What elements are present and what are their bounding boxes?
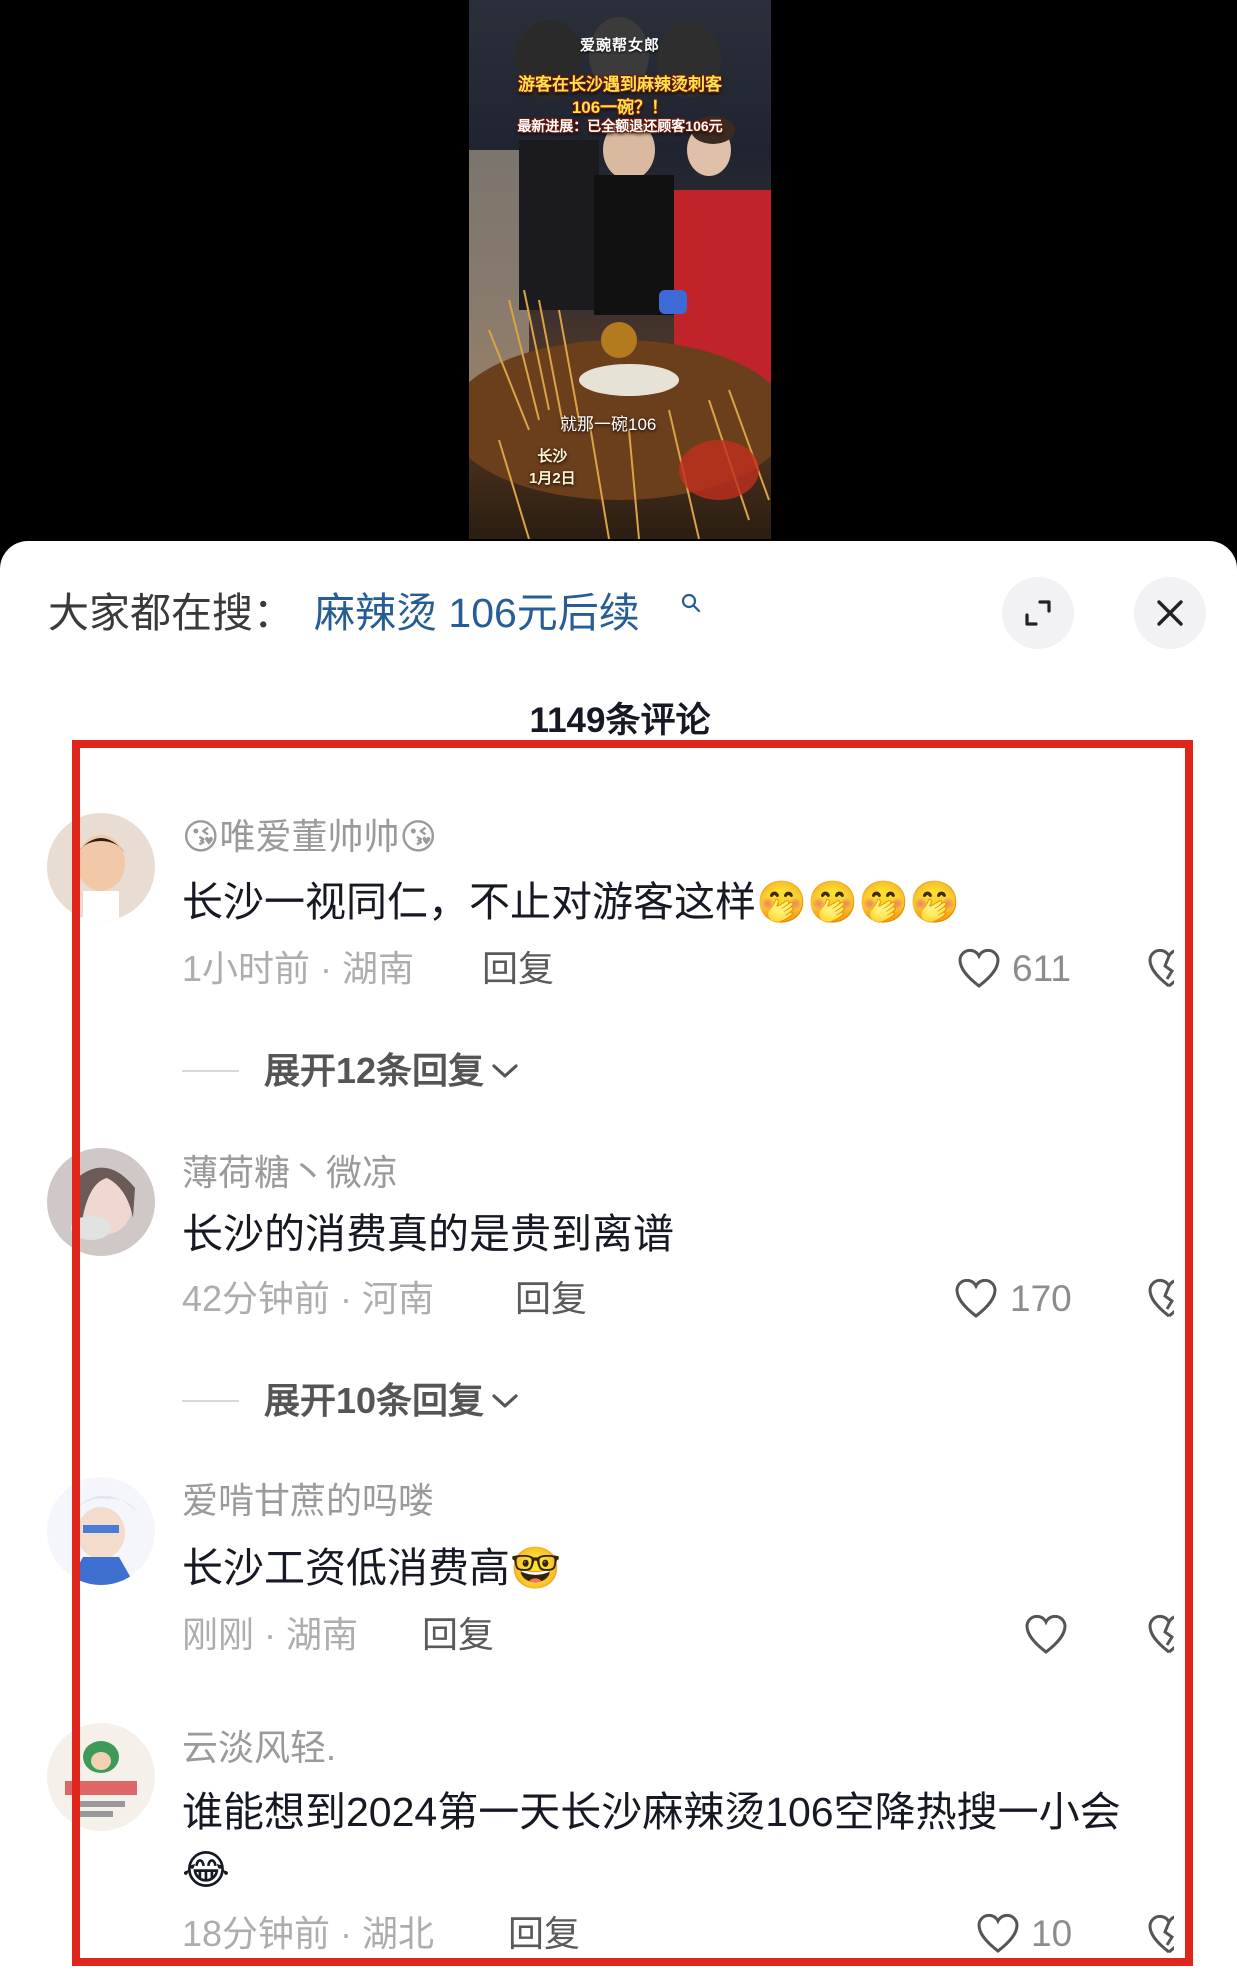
comment-username[interactable]: 薄荷糖丶微凉	[182, 1151, 398, 1195]
comment-text: 长沙一视同仁，不止对游客这样🤭🤭🤭🤭	[182, 879, 961, 925]
broken-heart-icon	[1148, 1278, 1174, 1318]
expand-button[interactable]	[1002, 577, 1074, 649]
video-caption: 就那一碗106	[560, 415, 657, 434]
expand-replies-label: 展开12条回复	[264, 1050, 485, 1091]
close-button[interactable]	[1134, 577, 1206, 649]
comment-meta: 18分钟前 · 湖北	[182, 1913, 435, 1954]
video-date: 1月2日	[529, 470, 576, 487]
comment-meta: 42分钟前 · 河南	[182, 1278, 435, 1319]
comment-username[interactable]: 云淡风轻.	[182, 1726, 336, 1770]
like-count: 10	[1031, 1913, 1073, 1954]
comment-count: 1149条评论	[529, 701, 711, 740]
expand-replies-button[interactable]: 展开12条回复	[264, 1049, 520, 1093]
avatar[interactable]	[47, 813, 155, 921]
search-suggestion-prefix: 大家都在搜：	[48, 590, 294, 636]
chevron-down-icon	[492, 1064, 518, 1078]
chevron-down-icon	[492, 1394, 518, 1408]
video-location-date: 长沙 1月2日	[529, 446, 576, 490]
avatar[interactable]	[47, 1723, 155, 1831]
avatar-image	[47, 813, 155, 921]
reply-button[interactable]: 回复	[482, 947, 554, 991]
comment-username[interactable]: 😘唯爱董帅帅😘	[182, 815, 437, 859]
close-icon	[1157, 600, 1183, 626]
reply-button[interactable]: 回复	[422, 1613, 494, 1657]
video-location: 长沙	[537, 448, 568, 465]
comment-meta: 1小时前 · 湖南	[182, 948, 415, 989]
dislike-button[interactable]	[1144, 1610, 1174, 1660]
comment-text: 长沙工资低消费高🤓	[182, 1545, 562, 1591]
expand-replies-button[interactable]: 展开10条回复	[264, 1379, 520, 1423]
dislike-button[interactable]	[1144, 1910, 1174, 1960]
heart-icon[interactable]	[1023, 1612, 1069, 1658]
video-logo: 爱豌帮女郎	[579, 37, 660, 54]
expand-icon	[1025, 600, 1051, 626]
avatar[interactable]	[47, 1148, 155, 1256]
avatar-image	[47, 1723, 155, 1831]
expand-divider	[182, 1070, 239, 1072]
heart-icon[interactable]	[953, 1276, 999, 1322]
broken-heart-icon	[1148, 1614, 1174, 1654]
avatar-image	[47, 1148, 155, 1256]
dislike-button[interactable]	[1144, 1274, 1174, 1324]
like-count: 170	[1010, 1278, 1072, 1319]
comment-username[interactable]: 爱啃甘蔗的吗喽	[182, 1479, 434, 1523]
video-headline-price: 106一碗？！	[571, 98, 669, 117]
comment-meta: 刚刚 · 湖南	[182, 1614, 358, 1655]
avatar-image	[47, 1477, 155, 1585]
like-count: 611	[1012, 948, 1071, 989]
expand-replies-label: 展开10条回复	[264, 1380, 485, 1421]
video-headline: 游客在长沙遇到麻辣烫刺客	[518, 75, 722, 94]
dislike-button[interactable]	[1144, 944, 1174, 994]
broken-heart-icon	[1148, 1914, 1174, 1954]
video-player[interactable]: 爱豌帮女郎 游客在长沙遇到麻辣烫刺客 106一碗？！ 最新进展：已全额退还顾客1…	[469, 0, 771, 539]
search-suggestion-link[interactable]: 麻辣烫 106元后续	[314, 588, 640, 638]
broken-heart-icon	[1148, 948, 1174, 988]
comment-text: 长沙的消费真的是贵到离谱	[182, 1211, 674, 1257]
reply-button[interactable]: 回复	[508, 1912, 580, 1956]
reply-button[interactable]: 回复	[515, 1277, 587, 1321]
heart-icon[interactable]	[956, 946, 1002, 992]
avatar[interactable]	[47, 1477, 155, 1585]
video-update-text: 最新进展：已全额退还顾客106元	[517, 118, 723, 134]
expand-divider	[182, 1400, 239, 1402]
heart-icon[interactable]	[975, 1911, 1021, 1957]
search-icon	[681, 593, 701, 613]
comment-text: 谁能想到2024第一天长沙麻辣烫106空降热搜一小会😂	[182, 1789, 1121, 1893]
